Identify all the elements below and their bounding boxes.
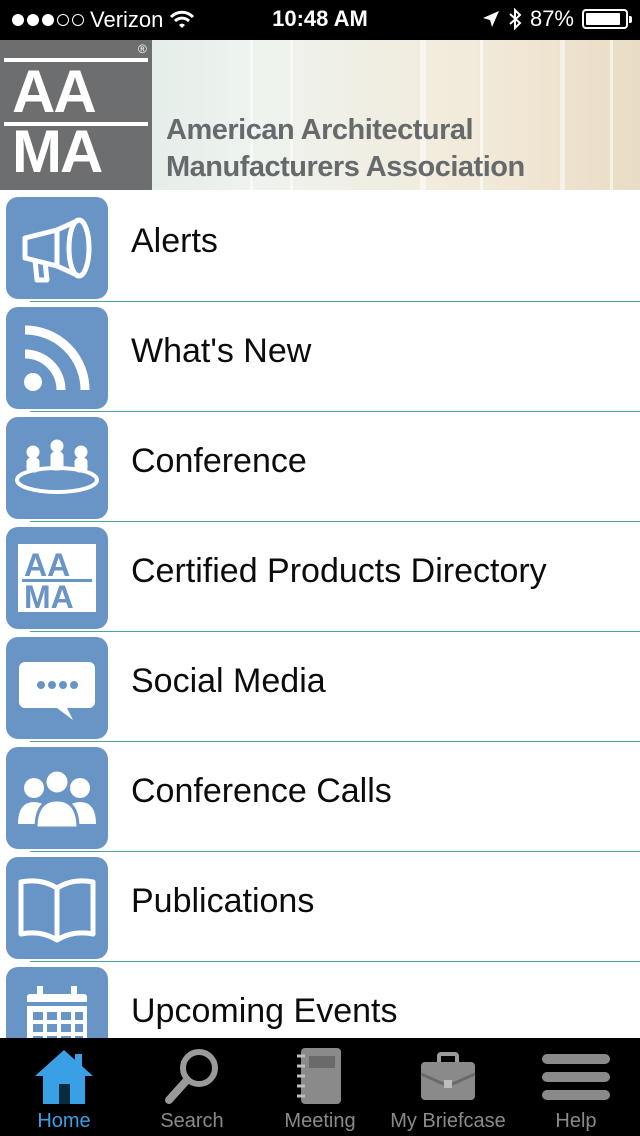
aama-logo: AA MA ® [0, 40, 152, 190]
tab-meeting[interactable]: Meeting [256, 1038, 384, 1136]
tab-my-briefcase[interactable]: My Briefcase [384, 1038, 512, 1136]
org-name-line1: American Architectural [166, 114, 474, 146]
tab-label: Help [555, 1110, 597, 1132]
tab-label: Meeting [284, 1110, 356, 1132]
main-menu: Alerts What's New Conference AA MA Certi… [0, 192, 640, 1038]
menu-item-label: Social Media [131, 662, 326, 700]
aama-logo-icon: AA MA [6, 527, 108, 629]
menu-item-label: Alerts [131, 222, 218, 260]
notebook-icon [297, 1048, 341, 1104]
tab-search[interactable]: Search [128, 1038, 256, 1136]
menu-item-label: Publications [131, 882, 315, 920]
tab-help[interactable]: Help [512, 1038, 640, 1136]
people-group-icon [6, 747, 108, 849]
status-bar: Verizon 10:48 AM 87% [0, 0, 640, 40]
bluetooth-icon [509, 8, 522, 30]
logo-text-top: AA [12, 58, 97, 125]
magnifier-icon [165, 1049, 218, 1104]
menu-item-label: Certified Products Directory [131, 552, 547, 590]
location-arrow-icon [482, 11, 499, 27]
battery-icon [582, 9, 632, 29]
battery-percent: 87% [529, 6, 574, 31]
org-name: American Architectural Manufacturers Ass… [166, 112, 525, 186]
calendar-icon [6, 967, 108, 1038]
logo-text-bottom: MA [12, 118, 103, 185]
header-banner: AA MA ® American Architectural Manufactu… [0, 40, 640, 190]
rss-icon [6, 307, 108, 409]
tab-home[interactable]: Home [0, 1038, 128, 1136]
conference-table-icon [6, 417, 108, 519]
home-icon [35, 1050, 93, 1104]
tab-label: Home [37, 1110, 91, 1132]
menu-item-label: Conference [131, 442, 307, 480]
menu-item-social-media[interactable]: Social Media [0, 632, 640, 742]
megaphone-icon [6, 197, 108, 299]
menu-item-alerts[interactable]: Alerts [0, 192, 640, 302]
tab-label: Search [160, 1110, 224, 1132]
menu-item-conference[interactable]: Conference [0, 412, 640, 522]
menu-item-label: What's New [131, 332, 312, 370]
org-name-line2: Manufacturers Association [166, 151, 525, 183]
svg-text:MA: MA [24, 579, 74, 615]
svg-text:AA: AA [24, 547, 70, 583]
registered-mark: ® [138, 42, 147, 56]
hamburger-icon [542, 1054, 610, 1100]
menu-item-certified-products[interactable]: AA MA Certified Products Directory [0, 522, 640, 632]
menu-item-publications[interactable]: Publications [0, 852, 640, 962]
status-right: 87% [482, 6, 632, 32]
menu-item-conference-calls[interactable]: Conference Calls [0, 742, 640, 852]
briefcase-icon [420, 1052, 476, 1100]
chat-bubble-icon [6, 637, 108, 739]
open-book-icon [6, 857, 108, 959]
menu-item-whats-new[interactable]: What's New [0, 302, 640, 412]
tab-bar: Home Search Meeting My Briefcase Help [0, 1038, 640, 1136]
menu-item-label: Conference Calls [131, 772, 392, 810]
menu-item-label: Upcoming Events [131, 992, 398, 1030]
menu-item-upcoming-events[interactable]: Upcoming Events [0, 962, 640, 1038]
tab-label: My Briefcase [390, 1110, 506, 1132]
